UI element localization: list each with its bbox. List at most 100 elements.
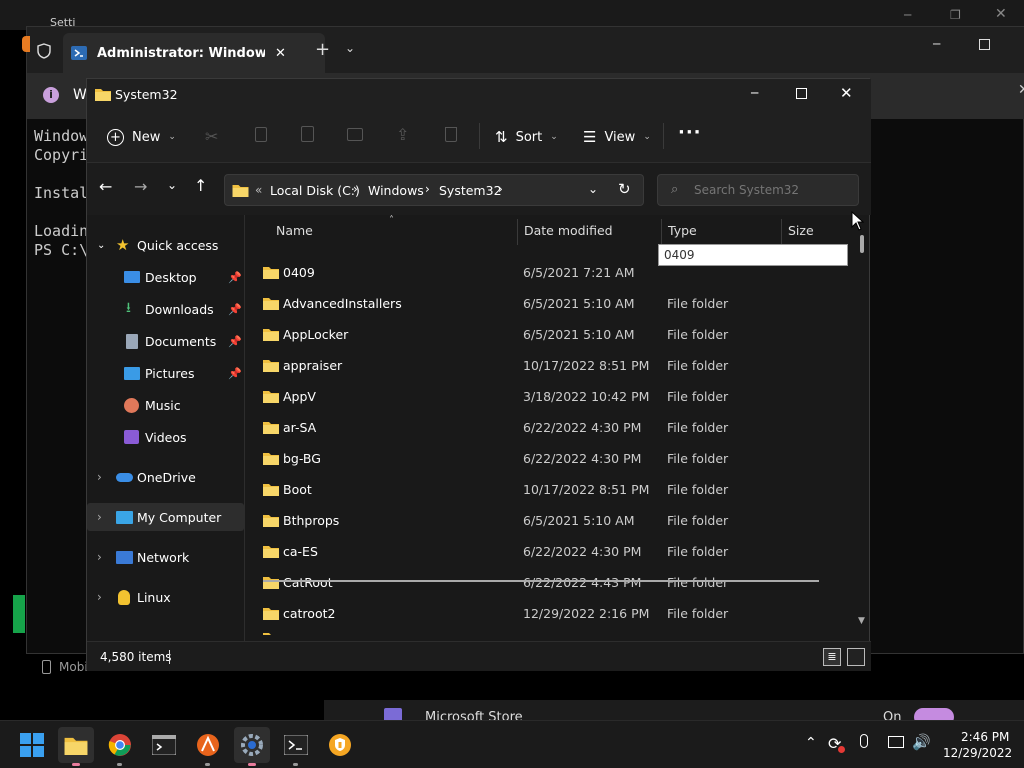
table-row[interactable]: AdvancedInstallers 6/5/2021 5:10 AM File f… <box>257 288 857 319</box>
taskbar-terminal[interactable] <box>146 727 182 763</box>
table-row[interactable]: Bthprops 6/5/2021 5:10 AM File folder <box>257 505 857 536</box>
infobar-close-icon[interactable]: ✕ <box>1018 82 1024 98</box>
breadcrumb-system32[interactable]: System32 <box>439 183 502 198</box>
horizontal-scrollbar[interactable] <box>263 580 819 582</box>
nav-label: Network <box>137 549 190 565</box>
terminal-minimize-icon[interactable]: ─ <box>933 37 940 51</box>
table-row[interactable]: ar-SA 6/22/2022 4:30 PM File folder <box>257 412 857 443</box>
taskbar-vpn[interactable] <box>322 727 358 763</box>
address-dropdown-icon[interactable]: ⌄ <box>588 182 598 196</box>
pin-icon[interactable]: 📌 <box>228 303 242 316</box>
back-arrow-icon[interactable]: ← <box>99 177 112 196</box>
chevron-down-icon: ⌄ <box>550 132 558 142</box>
nav-item-downloads[interactable]: ⭳ Downloads 📌 <box>87 295 244 323</box>
taskbar-file-explorer[interactable] <box>58 727 94 766</box>
column-header-date[interactable]: Date modified <box>524 223 613 238</box>
table-row[interactable]: appraiser 10/17/2022 8:51 PM File folder <box>257 350 857 381</box>
terminal-tab[interactable]: Administrator: Windows PowerShell ✕ <box>63 33 325 73</box>
address-bar[interactable]: « Local Disk (C:) › Windows › System32 ›… <box>224 174 644 206</box>
nav-linux[interactable]: › Linux <box>87 583 244 611</box>
details-view-icon[interactable]: ≣ <box>823 648 841 666</box>
tab-dropdown-icon[interactable]: ⌄ <box>345 41 355 55</box>
new-button[interactable]: + New ⌄ <box>107 124 176 150</box>
info-icon: i <box>43 87 59 103</box>
nav-quick-access[interactable]: ⌄ ★ Quick access <box>87 231 244 259</box>
table-row[interactable]: AppV 3/18/2022 10:42 PM File folder <box>257 381 857 412</box>
recent-locations-icon[interactable]: ⌄ <box>167 178 177 192</box>
cut-icon[interactable]: ✂ <box>205 127 218 146</box>
start-button[interactable] <box>14 727 50 763</box>
breadcrumb-local-disk[interactable]: Local Disk (C:) <box>270 183 360 198</box>
table-row[interactable]: CatRoot 6/22/2022 4:43 PM File folder <box>257 567 857 598</box>
breadcrumb-chevron-icon[interactable]: › <box>498 182 503 196</box>
clock-time[interactable]: 2:46 PM <box>961 730 1009 744</box>
column-separator[interactable] <box>661 219 662 245</box>
pin-icon[interactable]: 📌 <box>228 271 242 284</box>
column-header-size[interactable]: Size <box>788 223 814 238</box>
search-icon: ⌕ <box>671 182 679 197</box>
column-header-type[interactable]: Type <box>668 223 697 238</box>
new-tab-icon[interactable]: + <box>315 39 330 60</box>
minimize-icon[interactable]: ─ <box>751 86 758 100</box>
nav-item-desktop[interactable]: Desktop 📌 <box>87 263 244 291</box>
tab-close-icon[interactable]: ✕ <box>275 46 286 61</box>
settings-restore-icon[interactable]: ❐ <box>950 8 961 22</box>
pin-icon[interactable]: 📌 <box>228 367 242 380</box>
table-row[interactable]: catroot2 12/29/2022 2:16 PM File folder <box>257 598 857 629</box>
terminal-maximize-icon[interactable] <box>979 39 990 50</box>
nav-item-pictures[interactable]: Pictures 📌 <box>87 359 244 387</box>
refresh-icon[interactable]: ↻ <box>618 180 631 198</box>
column-separator[interactable] <box>517 219 518 245</box>
copy-icon[interactable] <box>255 127 267 142</box>
nav-network[interactable]: › Network <box>87 543 244 571</box>
file-list-pane: ˄ Name Date modified Type Size 0409 6/5/2… <box>245 215 871 641</box>
nav-onedrive[interactable]: › OneDrive <box>87 463 244 491</box>
up-arrow-icon[interactable]: ↑ <box>194 176 207 195</box>
volume-icon[interactable]: 🔊 <box>912 733 931 751</box>
nav-my-computer[interactable]: › My Computer <box>87 503 244 531</box>
more-options-icon[interactable]: ··· <box>678 122 702 143</box>
column-header-name[interactable]: Name <box>276 223 313 238</box>
pin-icon[interactable]: 📌 <box>228 335 242 348</box>
display-icon[interactable] <box>888 736 904 748</box>
breadcrumb-overflow[interactable]: « <box>255 183 262 197</box>
maximize-icon[interactable] <box>796 88 807 99</box>
taskbar-powershell[interactable] <box>278 727 314 766</box>
search-box[interactable]: ⌕ <box>657 174 859 206</box>
table-row[interactable]: AppLocker 6/5/2021 5:10 AM File folder <box>257 319 857 350</box>
vertical-scrollbar-thumb[interactable] <box>860 235 864 253</box>
microphone-icon[interactable] <box>860 734 868 748</box>
nav-item-documents[interactable]: Documents 📌 <box>87 327 244 355</box>
nav-item-videos[interactable]: Videos <box>87 423 244 451</box>
scroll-down-icon[interactable]: ▼ <box>858 616 865 626</box>
search-input[interactable] <box>694 181 849 199</box>
chevron-up-icon[interactable]: ⌃ <box>805 735 817 751</box>
table-row[interactable]: ca-ES 6/22/2022 4:30 PM File folder <box>257 536 857 567</box>
delete-icon[interactable] <box>445 127 457 142</box>
column-separator[interactable] <box>781 219 782 245</box>
close-icon[interactable]: ✕ <box>840 84 853 102</box>
view-button[interactable]: ☰ View ⌄ <box>583 124 651 150</box>
taskbar-app-orange[interactable] <box>190 727 226 766</box>
forward-arrow-icon[interactable]: → <box>134 177 147 196</box>
nav-label: Music <box>145 397 181 413</box>
taskbar-settings[interactable] <box>234 727 270 766</box>
share-icon[interactable]: ⇪ <box>396 125 409 144</box>
rename-icon[interactable] <box>347 128 363 141</box>
sort-button[interactable]: ⇅ Sort ⌄ <box>495 124 558 150</box>
clock-date[interactable]: 12/29/2022 <box>943 746 1012 760</box>
breadcrumb-chevron-icon[interactable]: › <box>425 182 430 196</box>
settings-minimize-icon[interactable]: ─ <box>904 8 911 22</box>
settings-close-icon[interactable]: ✕ <box>995 6 1007 22</box>
breadcrumb-chevron-icon[interactable]: › <box>353 182 358 196</box>
table-row-partial[interactable] <box>257 629 857 635</box>
taskbar-chrome[interactable] <box>102 727 138 766</box>
nav-item-music[interactable]: Music <box>87 391 244 419</box>
command-bar: + New ⌄ ✂ ⇪ ⇅ Sort ⌄ ☰ View ⌄ ··· <box>87 111 871 163</box>
paste-icon[interactable] <box>301 126 314 142</box>
table-row[interactable]: bg-BG 6/22/2022 4:30 PM File folder <box>257 443 857 474</box>
tiles-view-icon[interactable] <box>847 648 865 666</box>
chevron-right-icon: › <box>97 550 102 564</box>
table-row[interactable]: Boot 10/17/2022 8:51 PM File folder <box>257 474 857 505</box>
breadcrumb-windows[interactable]: Windows <box>368 183 424 198</box>
